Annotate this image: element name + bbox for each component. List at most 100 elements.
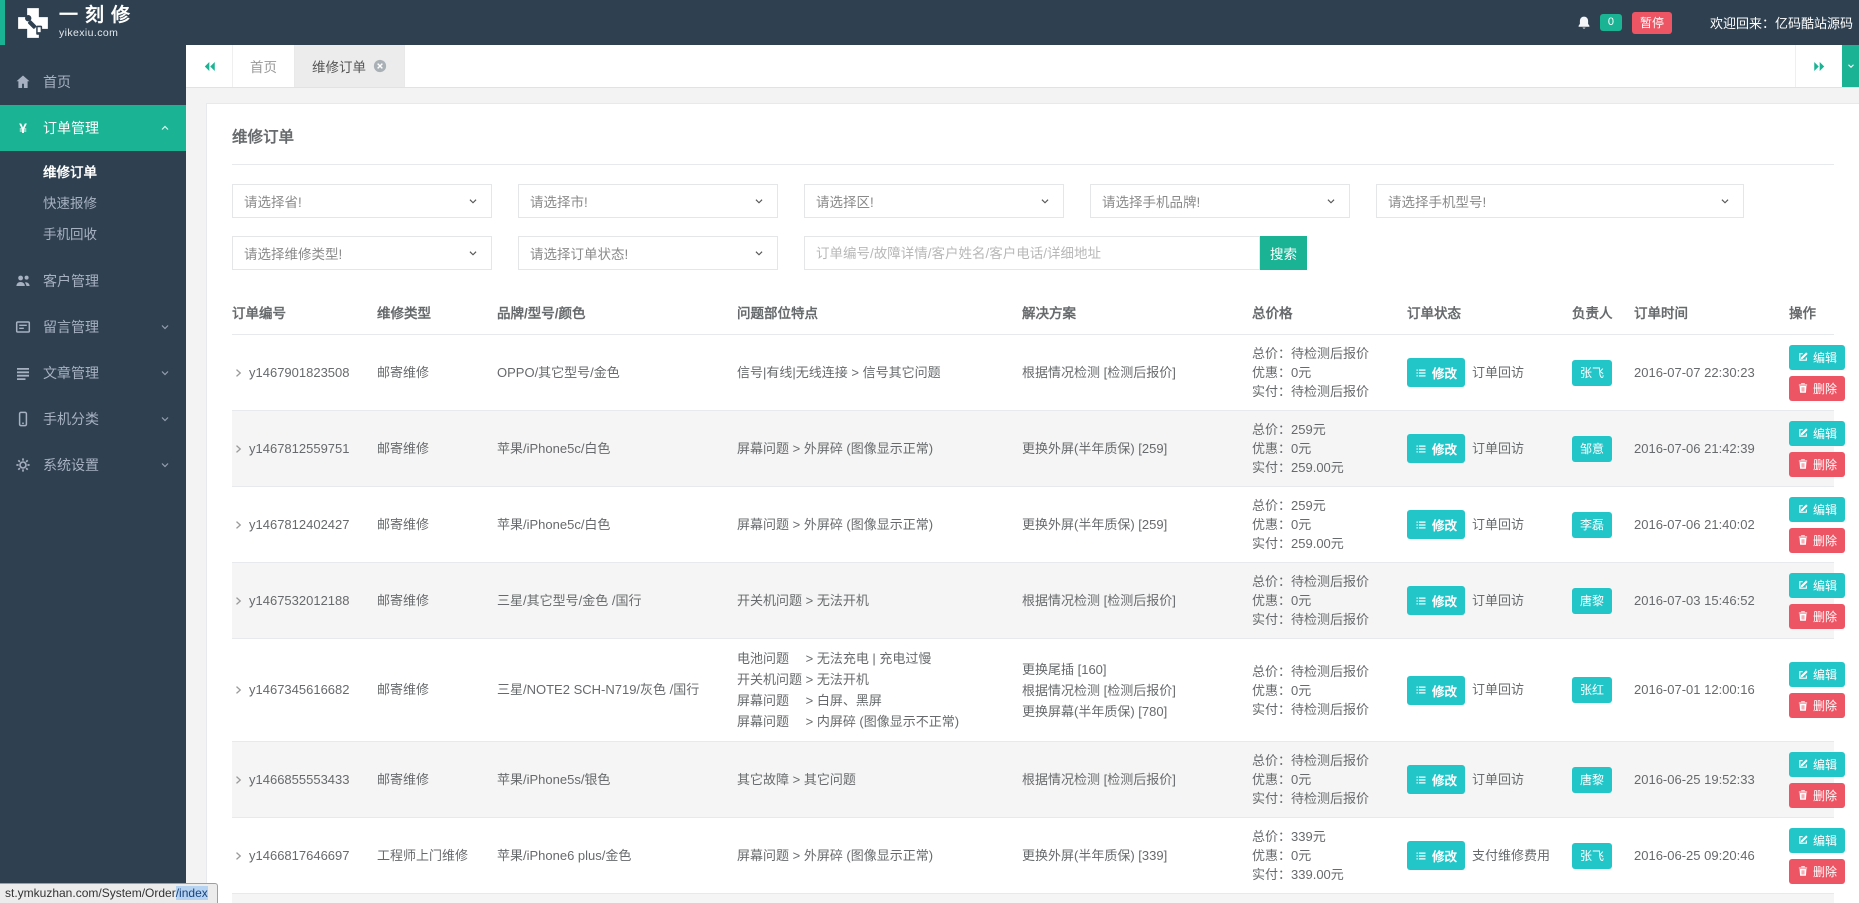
filter-select-city[interactable]: 请选择市! bbox=[518, 184, 778, 218]
device-cell: 三星/其它型号/金色 /国行 bbox=[497, 591, 737, 611]
modify-button[interactable]: 修改 bbox=[1407, 765, 1465, 794]
filter-select-district[interactable]: 请选择区! bbox=[804, 184, 1064, 218]
price-line: 实付：待检测后报价 bbox=[1252, 610, 1395, 629]
delete-button[interactable]: 删除 bbox=[1789, 376, 1845, 401]
order-time: 2016-07-06 21:40:02 bbox=[1634, 517, 1755, 532]
chevron-up-icon bbox=[159, 122, 171, 134]
status-bar-url-highlight: /index bbox=[176, 886, 208, 900]
table-header-label: 负责人 bbox=[1572, 306, 1613, 321]
edit-button[interactable]: 编辑 bbox=[1789, 421, 1845, 446]
modify-button[interactable]: 修改 bbox=[1407, 510, 1465, 539]
owner-badge[interactable]: 张飞 bbox=[1572, 360, 1612, 386]
trash-icon bbox=[1797, 534, 1809, 546]
edit-button[interactable]: 编辑 bbox=[1789, 662, 1845, 687]
welcome-text: 欢迎回来：亿码酷站源码 bbox=[1710, 13, 1853, 32]
sidebar-item-articles[interactable]: 文章管理 bbox=[0, 350, 186, 396]
trash-icon bbox=[1797, 610, 1809, 622]
status-action-label[interactable]: 订单回访 bbox=[1472, 770, 1524, 790]
order-no-cell[interactable]: y1467901823508 bbox=[232, 363, 377, 383]
solution-line: 根据情况检测 [检测后报价] bbox=[1022, 680, 1240, 701]
pause-button[interactable]: 暂停 bbox=[1632, 12, 1672, 34]
price-line: 优惠：0元 bbox=[1252, 846, 1395, 865]
order-no-cell[interactable]: y1467812559751 bbox=[232, 439, 377, 459]
table-header-cell: 解决方案 bbox=[1022, 302, 1252, 322]
filter-select-value: 请选择订单状态! bbox=[530, 243, 628, 263]
solution-line: 更换尾插 [160] bbox=[1022, 659, 1240, 680]
filter-select-province[interactable]: 请选择省! bbox=[232, 184, 492, 218]
sidebar-item-orders[interactable]: ¥订单管理 bbox=[0, 105, 186, 151]
price-value: 339元 bbox=[1291, 829, 1326, 844]
delete-button[interactable]: 删除 bbox=[1789, 783, 1845, 808]
order-no-cell[interactable]: y1467532012188 bbox=[232, 591, 377, 611]
delete-button[interactable]: 删除 bbox=[1789, 528, 1845, 553]
chevron-right-icon bbox=[232, 595, 244, 607]
sidebar-item-customers[interactable]: 客户管理 bbox=[0, 258, 186, 304]
tab-home[interactable]: 首页 bbox=[233, 45, 295, 87]
solutions-cell: 根据情况检测 [检测后报价] bbox=[1022, 590, 1252, 611]
problem-line: 其它故障 > 其它问题 bbox=[737, 769, 1010, 790]
status-action-label[interactable]: 支付维修费用 bbox=[1472, 846, 1550, 866]
delete-button[interactable]: 删除 bbox=[1789, 693, 1845, 718]
users-icon bbox=[15, 273, 34, 289]
edit-label: 编辑 bbox=[1813, 666, 1837, 683]
caret-down-icon bbox=[466, 194, 480, 208]
filter-select-order-status[interactable]: 请选择订单状态! bbox=[518, 236, 778, 270]
modify-button[interactable]: 修改 bbox=[1407, 586, 1465, 615]
order-number: y1467812559751 bbox=[249, 439, 350, 459]
modify-button[interactable]: 修改 bbox=[1407, 841, 1465, 870]
notification-count-badge[interactable]: 0 bbox=[1600, 14, 1622, 31]
search-input[interactable] bbox=[804, 236, 1260, 270]
owner-badge[interactable]: 张红 bbox=[1572, 677, 1612, 703]
status-action-label[interactable]: 订单回访 bbox=[1472, 363, 1524, 383]
submenu-item-repair-orders[interactable]: 维修订单 bbox=[0, 155, 186, 186]
delete-button[interactable]: 删除 bbox=[1789, 452, 1845, 477]
tab-repair-orders[interactable]: 维修订单 bbox=[295, 45, 405, 87]
order-no-cell[interactable]: y1466817646697 bbox=[232, 846, 377, 866]
edit-button[interactable]: 编辑 bbox=[1789, 345, 1845, 370]
bell-icon[interactable] bbox=[1576, 15, 1592, 31]
delete-button[interactable]: 删除 bbox=[1789, 859, 1845, 884]
page-title: 维修订单 bbox=[232, 104, 1834, 165]
price-value: 0元 bbox=[1291, 365, 1311, 380]
submenu-item-quick-repair[interactable]: 快速报修 bbox=[0, 186, 186, 217]
owner-badge[interactable]: 唐黎 bbox=[1572, 767, 1612, 793]
owner-badge[interactable]: 张飞 bbox=[1572, 843, 1612, 869]
filter-select-repair-type[interactable]: 请选择维修类型! bbox=[232, 236, 492, 270]
status-action-label[interactable]: 订单回访 bbox=[1472, 591, 1524, 611]
owner-badge[interactable]: 李磊 bbox=[1572, 512, 1612, 538]
price-label: 实付： bbox=[1252, 536, 1291, 551]
owner-badge[interactable]: 唐黎 bbox=[1572, 588, 1612, 614]
status-action-label[interactable]: 订单回访 bbox=[1472, 680, 1524, 700]
edit-button[interactable]: 编辑 bbox=[1789, 828, 1845, 853]
table-row: y1465999805702工程师上门维修苹果/iPhone6/金色开关机问题 … bbox=[232, 894, 1834, 903]
sidebar-item-phone-categories[interactable]: 手机分类 bbox=[0, 396, 186, 442]
modify-button[interactable]: 修改 bbox=[1407, 434, 1465, 463]
sidebar-item-settings[interactable]: 系统设置 bbox=[0, 442, 186, 488]
status-action-label[interactable]: 订单回访 bbox=[1472, 439, 1524, 459]
order-no-cell[interactable]: y1467812402427 bbox=[232, 515, 377, 535]
repair-type: 工程师上门维修 bbox=[377, 848, 468, 863]
order-no-cell[interactable]: y1467345616682 bbox=[232, 680, 377, 700]
tabs-menu-button[interactable] bbox=[1842, 45, 1859, 87]
edit-button[interactable]: 编辑 bbox=[1789, 573, 1845, 598]
delete-button[interactable]: 删除 bbox=[1789, 604, 1845, 629]
submenu-item-phone-recycle[interactable]: 手机回收 bbox=[0, 217, 186, 248]
status-action-label[interactable]: 订单回访 bbox=[1472, 515, 1524, 535]
tabs-scroll-left-button[interactable] bbox=[186, 45, 233, 87]
filter-select-phone-model[interactable]: 请选择手机型号! bbox=[1376, 184, 1744, 218]
price-label: 总价： bbox=[1252, 753, 1291, 768]
edit-button[interactable]: 编辑 bbox=[1789, 752, 1845, 777]
modify-button[interactable]: 修改 bbox=[1407, 358, 1465, 387]
actions-cell: 编辑删除 bbox=[1789, 573, 1859, 629]
edit-button[interactable]: 编辑 bbox=[1789, 497, 1845, 522]
tabs-scroll-right-button[interactable] bbox=[1795, 45, 1842, 87]
edit-icon bbox=[1797, 579, 1809, 591]
order-no-cell[interactable]: y1466855553433 bbox=[232, 770, 377, 790]
filter-select-phone-brand[interactable]: 请选择手机品牌! bbox=[1090, 184, 1350, 218]
solutions-cell: 更换尾插 [160]根据情况检测 [检测后报价]更换屏幕(半年质保) [780] bbox=[1022, 659, 1252, 722]
sidebar-item-home[interactable]: 首页 bbox=[0, 59, 186, 105]
owner-badge[interactable]: 邹意 bbox=[1572, 436, 1612, 462]
search-button[interactable]: 搜索 bbox=[1260, 236, 1307, 270]
modify-button[interactable]: 修改 bbox=[1407, 676, 1465, 705]
sidebar-item-messages[interactable]: 留言管理 bbox=[0, 304, 186, 350]
